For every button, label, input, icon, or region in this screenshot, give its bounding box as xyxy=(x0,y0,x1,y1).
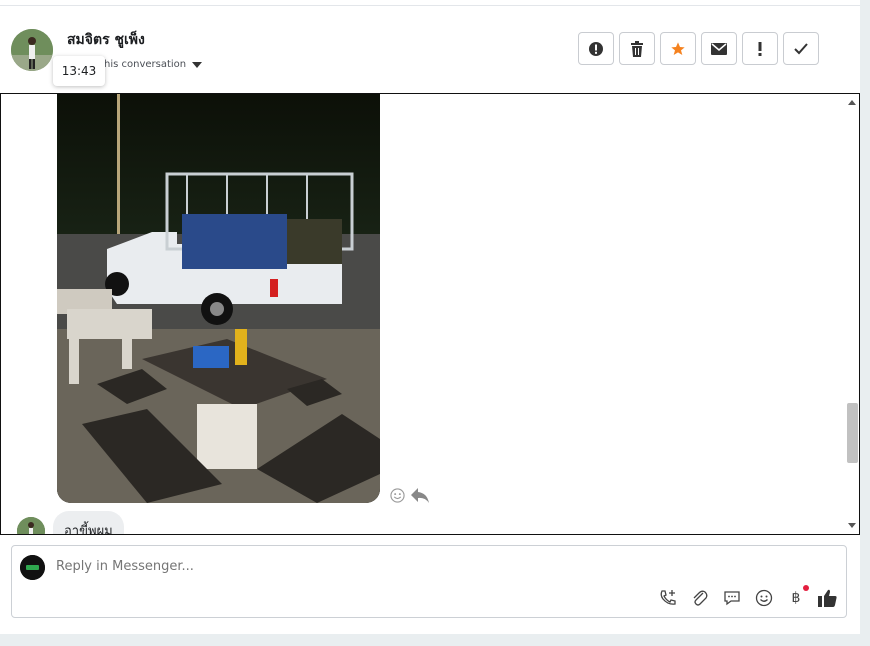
reply-arrow-icon[interactable] xyxy=(411,488,429,503)
mark-unread-button[interactable] xyxy=(701,32,737,65)
scroll-down-arrow-icon[interactable] xyxy=(848,523,856,528)
timestamp-tooltip: 13:43 xyxy=(53,56,105,86)
star-icon xyxy=(671,41,685,55)
message-thread[interactable]: อาขี้พผม xyxy=(0,93,860,535)
conversation-panel: สมจิตร ชูเพ็ง his conversation 13:43 อาข… xyxy=(0,0,860,634)
scrollbar-thumb[interactable] xyxy=(847,403,858,463)
message-photo[interactable] xyxy=(57,94,380,503)
divider xyxy=(0,5,860,6)
checkmark-icon xyxy=(794,42,808,54)
contact-name[interactable]: สมจิตร ชูเพ็ง xyxy=(67,29,145,51)
conversation-actions xyxy=(578,32,819,65)
contact-avatar[interactable] xyxy=(11,29,53,71)
page-avatar xyxy=(20,555,45,580)
baht-icon[interactable]: ฿ xyxy=(786,585,809,608)
paperclip-icon[interactable] xyxy=(690,588,710,608)
alert-circle-icon xyxy=(589,41,603,56)
assign-conversation-dropdown[interactable]: his conversation xyxy=(104,59,203,70)
reply-composer: ฿ xyxy=(11,545,847,618)
scroll-up-arrow-icon[interactable] xyxy=(848,100,856,105)
mark-spam-button[interactable] xyxy=(578,32,614,65)
mark-done-button[interactable] xyxy=(783,32,819,65)
delete-button[interactable] xyxy=(619,32,655,65)
caret-down-icon xyxy=(192,61,203,68)
smile-icon[interactable] xyxy=(754,588,774,608)
thread-scrollbar[interactable] xyxy=(845,94,859,534)
reply-input[interactable] xyxy=(56,559,556,574)
phone-plus-icon[interactable] xyxy=(658,588,678,608)
message-bubble: อาขี้พผม xyxy=(53,511,124,534)
exclamation-icon xyxy=(758,41,762,56)
envelope-icon xyxy=(711,42,727,55)
chat-bubble-icon[interactable] xyxy=(722,588,742,608)
star-button[interactable] xyxy=(660,32,696,65)
notification-dot xyxy=(803,585,809,591)
smile-react-icon[interactable] xyxy=(390,488,405,503)
composer-toolbar: ฿ xyxy=(658,585,838,608)
message-actions xyxy=(390,488,429,503)
follow-up-button[interactable] xyxy=(742,32,778,65)
assign-label: his conversation xyxy=(104,59,187,70)
thumbs-up-icon[interactable] xyxy=(818,588,838,608)
sender-avatar[interactable] xyxy=(17,517,45,534)
trash-icon xyxy=(631,40,643,57)
